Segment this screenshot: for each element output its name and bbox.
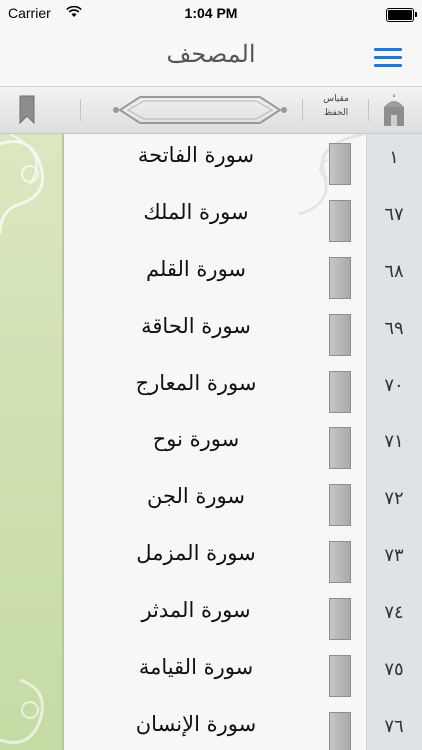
- surah-name: سورة المدثر: [141, 598, 251, 623]
- surah-number: ٦٩: [384, 317, 404, 339]
- list-item[interactable]: سورة الجن ٧٢: [64, 475, 422, 532]
- surah-name: سورة الفاتحة: [137, 143, 255, 167]
- arabesque-pattern-icon: [0, 134, 44, 235]
- surah-name: سورة القيامة: [138, 655, 254, 680]
- page-title: المصحف: [166, 40, 256, 68]
- surah-number: ١: [389, 147, 399, 168]
- list-item[interactable]: سورة القيامة ٧٥: [64, 646, 422, 703]
- surah-number: ٧٣: [384, 545, 404, 567]
- list-item[interactable]: سورة القلم ٦٨: [64, 248, 422, 305]
- memorization-meter-button[interactable]: مقياس الحفظ: [310, 92, 362, 120]
- surah-number: ٧٠: [384, 374, 404, 396]
- memorization-progress-bar: [329, 427, 351, 470]
- surah-name: سورة الإنسان: [135, 711, 257, 736]
- surah-name: سورة القلم: [145, 256, 247, 281]
- memorization-progress-bar: [329, 484, 351, 527]
- surah-number: ٦٧: [384, 203, 404, 225]
- clock: 1:04 PM: [184, 5, 238, 21]
- list-item[interactable]: سورة الإنسان ٧٦: [64, 703, 422, 750]
- memorization-progress-bar: [329, 370, 351, 413]
- navigation-bar: المصحف: [0, 28, 422, 87]
- list-item[interactable]: سورة المعارج ٧٠: [64, 362, 422, 419]
- status-bar: Carrier 1:04 PM: [0, 0, 422, 28]
- surah-name: سورة نوح: [152, 427, 240, 452]
- memorization-progress-bar: [329, 313, 351, 356]
- list-item[interactable]: سورة المزمل ٧٣: [64, 532, 422, 589]
- battery-icon: [386, 8, 417, 22]
- memorization-progress-bar: [329, 655, 351, 698]
- surah-list: سورة الفاتحة ١ سورة الملك ٦٧ سورة القلم …: [64, 134, 422, 750]
- surah-name: سورة الحاقة: [141, 313, 251, 338]
- memorization-progress-bar: [329, 199, 351, 242]
- list-item[interactable]: سورة الحاقة ٦٩: [64, 305, 422, 362]
- divider: [302, 99, 303, 121]
- surah-number: ٧٦: [384, 715, 404, 737]
- memorization-progress-bar: [329, 598, 351, 641]
- memorize-label-line2: الحفظ: [323, 108, 349, 118]
- list-item[interactable]: سورة الفاتحة ١: [64, 134, 422, 191]
- list-item[interactable]: سورة الملك ٦٧: [64, 191, 422, 248]
- arabesque-pattern-icon: [0, 678, 44, 744]
- divider: [80, 99, 81, 121]
- surah-name: سورة الجن: [146, 484, 246, 509]
- list-item[interactable]: سورة المدثر ٧٤: [64, 589, 422, 646]
- surah-number: ٧٢: [384, 488, 404, 510]
- surah-number: ٧٥: [384, 659, 404, 681]
- memorization-progress-bar: [329, 711, 351, 750]
- memorization-progress-bar: [329, 541, 351, 584]
- hamburger-icon[interactable]: [374, 48, 402, 68]
- memorization-progress-bar: [329, 256, 351, 299]
- bookmark-icon[interactable]: [18, 95, 36, 125]
- divider: [368, 99, 369, 121]
- surah-name: سورة الملك: [143, 199, 249, 224]
- memorization-progress-bar: [329, 143, 351, 185]
- ornament-frame-icon: [113, 96, 287, 124]
- decorative-side-panel: [0, 134, 62, 750]
- surah-name: سورة المعارج: [135, 370, 257, 395]
- surah-name: سورة المزمل: [136, 541, 256, 566]
- toolbar: مقياس الحفظ: [0, 87, 422, 134]
- mosque-icon[interactable]: [380, 93, 408, 127]
- list-item[interactable]: سورة نوح ٧١: [64, 418, 422, 475]
- surah-number: ٦٨: [384, 260, 404, 282]
- memorize-label-line1: مقياس: [323, 94, 349, 104]
- surah-number: ٧٤: [384, 602, 404, 624]
- surah-number: ٧١: [384, 431, 404, 453]
